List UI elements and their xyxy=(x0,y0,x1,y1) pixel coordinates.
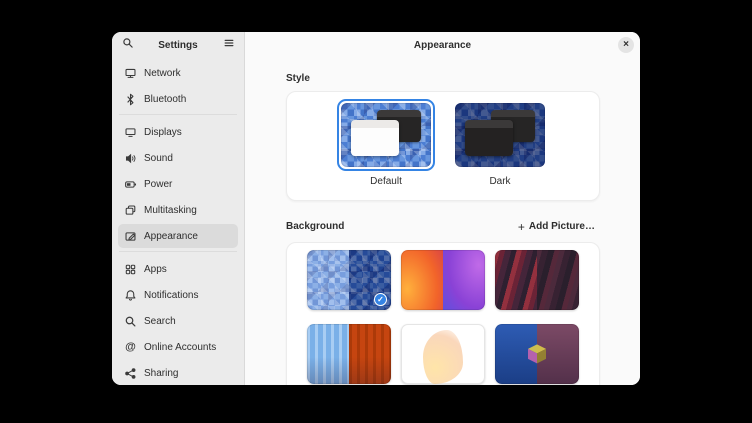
search-icon xyxy=(124,315,137,328)
style-preview-default xyxy=(341,103,431,167)
search-button[interactable] xyxy=(117,35,138,56)
displays-icon xyxy=(124,126,137,139)
sidebar-separator xyxy=(119,251,237,252)
mini-window-front xyxy=(351,120,399,156)
style-option-label: Default xyxy=(370,176,402,187)
sidebar-item-label: Multitasking xyxy=(144,205,197,216)
sidebar-item-label: Apps xyxy=(144,264,167,275)
add-picture-button[interactable]: + Add Picture… xyxy=(513,218,600,235)
selected-style-ring xyxy=(337,99,435,171)
sidebar-headerbar: Settings xyxy=(112,32,244,58)
sidebar-item-notifications[interactable]: Notifications xyxy=(118,283,238,307)
sidebar-separator xyxy=(119,114,237,115)
sidebar-item-label: Search xyxy=(144,316,176,327)
power-icon xyxy=(124,178,137,191)
notifications-icon xyxy=(124,289,137,302)
wallpaper-dark-red-waves[interactable] xyxy=(495,250,579,310)
wallpaper-orange-purple-petals[interactable] xyxy=(401,324,485,384)
content-scroll-area[interactable]: Style Default xyxy=(245,59,640,385)
sidebar-item-label: Bluetooth xyxy=(144,94,186,105)
plus-icon: + xyxy=(518,222,525,232)
sidebar-item-label: Network xyxy=(144,68,181,79)
sound-icon xyxy=(124,152,137,165)
mini-window-front xyxy=(465,120,513,156)
wallpaper-grid: ✓ xyxy=(286,242,600,385)
background-section-header: Background + Add Picture… xyxy=(286,218,600,235)
wallpaper-blue-maroon-cube[interactable] xyxy=(495,324,579,384)
sidebar-item-multitasking[interactable]: Multitasking xyxy=(118,198,238,222)
hamburger-menu-icon xyxy=(223,36,235,54)
wallpaper-blue-triangles[interactable]: ✓ xyxy=(307,250,391,310)
sidebar-item-sound[interactable]: Sound xyxy=(118,146,238,170)
multitasking-icon xyxy=(124,204,137,217)
sidebar-item-bluetooth[interactable]: Bluetooth xyxy=(118,87,238,111)
search-icon xyxy=(122,36,134,54)
sidebar-item-label: Sound xyxy=(144,153,173,164)
settings-window: Settings Network xyxy=(112,32,640,385)
sidebar-item-displays[interactable]: Displays xyxy=(118,120,238,144)
style-option-default[interactable]: Default xyxy=(337,99,435,187)
add-picture-label: Add Picture… xyxy=(529,221,595,232)
unselected-style-spacer xyxy=(451,99,549,171)
sidebar-item-appearance[interactable]: Appearance xyxy=(118,224,238,248)
main-menu-button[interactable] xyxy=(218,35,239,56)
close-icon: × xyxy=(623,40,629,50)
sidebar-item-label: Sharing xyxy=(144,368,178,379)
sidebar-item-apps[interactable]: Apps xyxy=(118,257,238,281)
style-option-label: Dark xyxy=(489,176,510,187)
sidebar-item-label: Displays xyxy=(144,127,182,138)
sidebar-item-label: Notifications xyxy=(144,290,198,301)
online-accounts-icon: @ xyxy=(124,341,137,354)
sidebar-item-online-accounts[interactable]: @ Online Accounts xyxy=(118,335,238,359)
sidebar-item-power[interactable]: Power xyxy=(118,172,238,196)
sharing-icon xyxy=(124,367,137,380)
bluetooth-icon xyxy=(124,93,137,106)
style-preview-dark xyxy=(455,103,545,167)
sidebar-nav-list: Network Bluetooth Displays xyxy=(112,58,244,385)
sidebar-item-network[interactable]: Network xyxy=(118,61,238,85)
page-title: Appearance xyxy=(414,40,471,51)
sidebar-item-label: Power xyxy=(144,179,172,190)
cube-graphic xyxy=(522,338,552,368)
style-option-dark[interactable]: Dark xyxy=(451,99,549,187)
appearance-icon xyxy=(124,230,137,243)
wallpaper-orange-purple-gradient[interactable] xyxy=(401,250,485,310)
sidebar-item-label: Online Accounts xyxy=(144,342,216,353)
check-icon: ✓ xyxy=(377,296,384,304)
background-section-heading: Background xyxy=(286,221,344,232)
sidebar-item-label: Appearance xyxy=(144,231,198,242)
selected-check-badge: ✓ xyxy=(374,293,387,306)
apps-icon xyxy=(124,263,137,276)
appearance-panel: Appearance × Style Default xyxy=(245,32,640,385)
style-card: Default Dark xyxy=(286,91,600,201)
style-section-heading: Style xyxy=(286,73,600,84)
close-button[interactable]: × xyxy=(618,37,634,53)
network-icon xyxy=(124,67,137,80)
sidebar-item-search[interactable]: Search xyxy=(118,309,238,333)
wallpaper-blue-orange-drips[interactable] xyxy=(307,324,391,384)
content-headerbar: Appearance × xyxy=(245,32,640,59)
sidebar: Settings Network xyxy=(112,32,245,385)
sidebar-item-sharing[interactable]: Sharing xyxy=(118,361,238,385)
sidebar-title: Settings xyxy=(138,40,218,51)
